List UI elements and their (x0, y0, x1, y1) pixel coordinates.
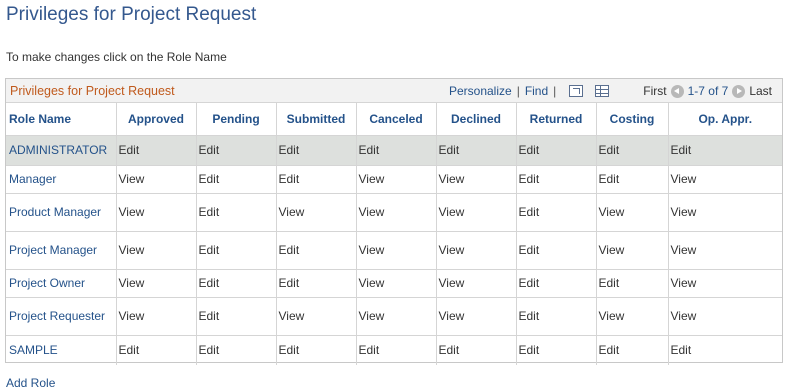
privilege-cell: Edit (276, 135, 357, 166)
privilege-cell: Edit (116, 135, 197, 166)
view-all-icon[interactable] (569, 85, 584, 97)
role-name-link[interactable]: Project Manager (6, 231, 117, 270)
column-header-op-appr[interactable]: Op. Appr. (668, 103, 782, 136)
privilege-cell: View (596, 193, 669, 232)
grid-header: Privileges for Project Request Personali… (6, 79, 782, 103)
table-row: Project Manager View Edit Edit View View Edit V… (6, 231, 782, 270)
privilege-cell: Edit (436, 135, 517, 166)
privilege-cell: Edit (516, 231, 597, 270)
table-row: SAMPLE Edit Edit Edit Edit Edit Edit Edit Edit (6, 335, 782, 365)
privilege-cell: View (596, 297, 669, 336)
privilege-cell: View (356, 297, 437, 336)
privilege-cell: View (668, 269, 782, 298)
role-name-link[interactable]: Project Requester (6, 297, 117, 336)
privilege-cell: View (596, 231, 669, 270)
privilege-cell: View (668, 297, 782, 336)
find-link[interactable]: Find (525, 84, 548, 98)
privilege-cell: Edit (196, 165, 277, 194)
privilege-cell: View (436, 269, 517, 298)
header-row: Role Name Approved Pending Submitted Can… (6, 103, 782, 136)
table-row: Product Manager View Edit View View View Edit V… (6, 193, 782, 232)
download-grid-icon[interactable] (595, 85, 610, 97)
next-arrow-icon[interactable] (732, 84, 746, 98)
table-row: Project Owner View Edit Edit View View Edit Edi… (6, 269, 782, 298)
privilege-cell: Edit (196, 297, 277, 336)
page-title: Privileges for Project Request (6, 4, 257, 25)
privileges-table: Role Name Approved Pending Submitted Can… (6, 103, 782, 365)
grid-navigation: Personalize | Find | First 1-7 of 7 Last (449, 84, 772, 98)
column-header-returned[interactable]: Returned (516, 103, 597, 136)
privilege-cell: View (116, 297, 197, 336)
column-header-approved[interactable]: Approved (116, 103, 197, 136)
privilege-cell: View (436, 193, 517, 232)
privilege-cell: Edit (596, 269, 669, 298)
column-header-canceled[interactable]: Canceled (356, 103, 437, 136)
privilege-cell: Edit (596, 135, 669, 166)
privilege-cell: View (356, 193, 437, 232)
privilege-cell: Edit (196, 231, 277, 270)
role-name-link[interactable]: Product Manager (6, 193, 117, 232)
privilege-cell: Edit (516, 135, 597, 166)
privilege-cell: Edit (516, 335, 597, 365)
column-header-declined[interactable]: Declined (436, 103, 517, 136)
role-name-link[interactable]: SAMPLE (6, 335, 117, 365)
row-range: 1-7 of 7 (687, 84, 729, 98)
role-name-link[interactable]: Manager (6, 165, 117, 194)
column-header-costing[interactable]: Costing (596, 103, 669, 136)
privilege-cell: Edit (596, 335, 669, 365)
privilege-cell: View (276, 297, 357, 336)
first-label: First (643, 84, 667, 98)
add-role-link[interactable]: Add Role (6, 376, 55, 390)
column-header-submitted[interactable]: Submitted (276, 103, 357, 136)
privilege-cell: Edit (276, 165, 357, 194)
privilege-cell: View (356, 269, 437, 298)
privilege-cell: Edit (356, 335, 437, 365)
privilege-cell: Edit (436, 335, 517, 365)
instructions-text: To make changes click on the Role Name (6, 50, 227, 64)
privilege-cell: Edit (196, 193, 277, 232)
table-row: Project Requester View Edit View View View Edi… (6, 297, 782, 336)
privilege-cell: View (436, 231, 517, 270)
table-row: Manager View Edit Edit View View Edit Edit View (6, 165, 782, 194)
privilege-cell: Edit (276, 335, 357, 365)
privilege-cell: View (356, 231, 437, 270)
privilege-cell: View (116, 269, 197, 298)
privilege-cell: Edit (596, 165, 669, 194)
grid-title: Privileges for Project Request (10, 84, 175, 98)
privilege-cell: View (668, 193, 782, 232)
privilege-cell: Edit (276, 231, 357, 270)
privileges-grid: Privileges for Project Request Personali… (5, 78, 783, 365)
privilege-cell: View (356, 165, 437, 194)
privilege-cell: View (116, 165, 197, 194)
privilege-cell: Edit (668, 135, 782, 166)
table-row: ADMINISTRATOR Edit Edit Edit Edit Edit Edit Edi… (6, 135, 782, 166)
privilege-cell: Edit (196, 335, 277, 365)
privilege-cell: Edit (116, 335, 197, 365)
privilege-cell: View (116, 231, 197, 270)
privilege-cell: Edit (276, 269, 357, 298)
privilege-cell: Edit (196, 269, 277, 298)
privilege-cell: Edit (516, 297, 597, 336)
last-label: Last (749, 84, 772, 98)
privilege-cell: Edit (516, 193, 597, 232)
previous-arrow-icon[interactable] (670, 84, 684, 98)
privilege-cell: View (668, 231, 782, 270)
role-name-link[interactable]: Project Owner (6, 269, 117, 298)
column-header-role-name[interactable]: Role Name (6, 103, 117, 136)
nav-separator: | (553, 84, 557, 98)
privilege-cell: Edit (516, 165, 597, 194)
privilege-cell: View (116, 193, 197, 232)
privilege-cell: View (276, 193, 357, 232)
personalize-link[interactable]: Personalize (449, 84, 512, 98)
role-name-link[interactable]: ADMINISTRATOR (6, 135, 117, 166)
privilege-cell: View (668, 165, 782, 194)
privilege-cell: Edit (356, 135, 437, 166)
privilege-cell: Edit (196, 135, 277, 166)
column-header-pending[interactable]: Pending (196, 103, 277, 136)
privilege-cell: View (436, 165, 517, 194)
nav-separator: | (516, 84, 520, 98)
privilege-cell: View (436, 297, 517, 336)
privilege-cell: Edit (670, 343, 692, 358)
privilege-cell: Edit (516, 269, 597, 298)
